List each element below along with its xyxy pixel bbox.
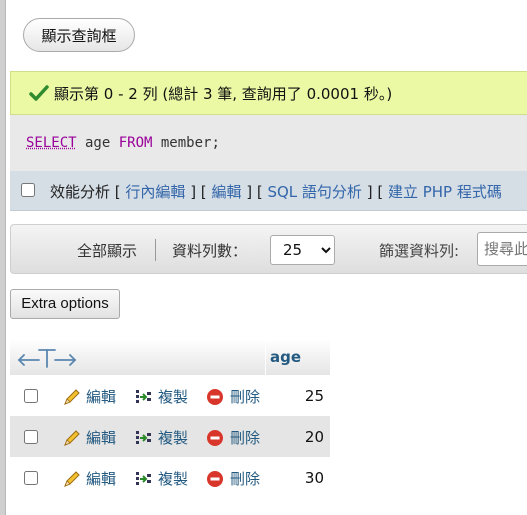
pencil-icon [64,388,80,405]
table-row: 編輯 複製 刪除 30 [10,457,330,498]
extra-options-button[interactable]: Extra options [10,289,120,319]
edit-row-action[interactable]: 編輯 [62,386,116,407]
delete-label: 刪除 [230,388,261,406]
row-actions: 編輯 複製 刪除 [10,375,266,416]
row-actions: 編輯 複製 刪除 [10,416,266,457]
copy-row-action[interactable]: 複製 [134,427,188,448]
table-row: 編輯 複製 刪除 25 [10,375,330,416]
divider [155,239,156,261]
delete-label: 刪除 [230,429,261,447]
delete-row-action[interactable]: 刪除 [206,468,260,489]
delete-label: 刪除 [230,470,261,488]
left-border [0,0,6,515]
edit-label: 編輯 [86,429,117,447]
edit-label: 編輯 [86,470,117,488]
profiling-label[interactable]: 效能分析 [50,183,110,201]
age-cell[interactable]: 30 [265,457,330,498]
copy-label: 複製 [158,470,189,488]
row-checkbox[interactable] [24,471,38,485]
filter-rows-label: 篩選資料列: [379,242,460,260]
delete-icon [207,470,223,487]
sql-select-keyword[interactable]: SELECT [26,135,77,151]
success-text: 顯示第 0 - 2 列 (總計 3 筆, 查詢用了 0.0001 秒。) [54,85,393,103]
navigation-bar: 全部顯示 資料列數： 25 篩選資料列: [10,224,527,274]
age-cell[interactable]: 20 [265,416,330,457]
show-query-box-button[interactable]: 顯示查詢框 [23,18,135,52]
check-icon [29,84,49,106]
copy-label: 複製 [158,388,189,406]
row-checkbox[interactable] [24,430,38,444]
profiling-checkbox[interactable] [21,183,35,197]
column-arrows-icon[interactable] [17,347,77,369]
row-checkbox[interactable] [24,389,38,403]
copy-row-action[interactable]: 複製 [134,386,188,407]
edit-row-action[interactable]: 編輯 [62,427,116,448]
bracket: ] [ [361,183,388,201]
create-php-code-link[interactable]: 建立 PHP 程式碼 [388,183,502,201]
copy-icon [136,430,151,444]
success-message: 顯示第 0 - 2 列 (總計 3 筆, 查詢用了 0.0001 秒。) [10,71,527,115]
filter-search-input[interactable] [477,232,527,266]
copy-label: 複製 [158,429,189,447]
query-links-bar: 效能分析 [ 行內編輯 ] [ 編輯 ] [ SQL 語句分析 ] [ 建立 P… [10,171,527,211]
edit-link[interactable]: 編輯 [211,183,241,201]
edit-row-action[interactable]: 編輯 [62,468,116,489]
sql-query-display: SELECT age FROM member; [10,115,527,171]
age-column-header[interactable]: age [265,339,330,375]
rows-per-page-label: 資料列數： [172,242,248,260]
table-row: 編輯 複製 刪除 20 [10,416,330,457]
sql-text: age [76,135,119,151]
copy-icon [136,471,151,485]
edit-label: 編輯 [86,388,117,406]
delete-icon [207,429,223,446]
row-actions: 編輯 複製 刪除 [10,457,266,498]
bracket: ] [ [185,183,212,201]
sql-text: member; [152,135,220,151]
delete-row-action[interactable]: 刪除 [206,427,260,448]
explain-sql-link[interactable]: SQL 語句分析 [267,183,361,201]
copy-icon [136,389,151,403]
pencil-icon [64,470,80,487]
bracket: [ [110,183,126,201]
inline-edit-link[interactable]: 行內編輯 [125,183,185,201]
sql-from-keyword: FROM [118,135,153,151]
delete-icon [207,388,223,405]
show-all-label[interactable]: 全部顯示 [77,240,137,261]
pencil-icon [64,429,80,446]
bracket: ] [ [241,183,268,201]
column-arrows-header[interactable] [10,339,266,375]
rows-per-page-select[interactable]: 25 [270,235,335,265]
copy-row-action[interactable]: 複製 [134,468,188,489]
delete-row-action[interactable]: 刪除 [206,386,260,407]
results-table: age 編輯 複製 刪除 25 編輯 複製 刪除 20 編輯 複製 刪除 30 [10,339,330,498]
age-cell[interactable]: 25 [265,375,330,416]
